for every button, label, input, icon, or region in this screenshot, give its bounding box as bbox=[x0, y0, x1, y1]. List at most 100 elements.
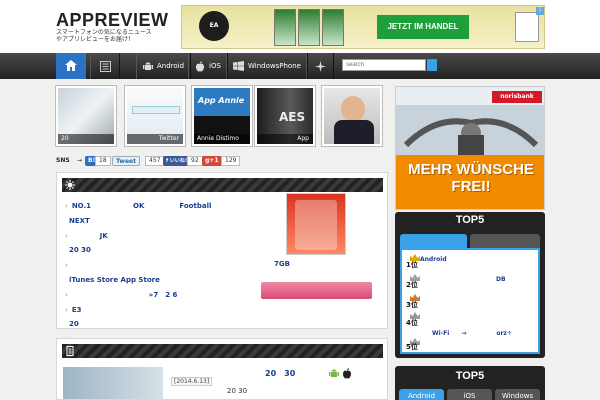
list-item[interactable]: › »7 2 6 bbox=[65, 288, 275, 303]
nav-item-android[interactable]: Android bbox=[136, 53, 192, 79]
thumb-caption: 20 bbox=[58, 134, 114, 144]
rank-title[interactable]: DB bbox=[496, 276, 506, 283]
list-item[interactable]: › JK bbox=[65, 229, 275, 244]
tab-windows[interactable]: Windows bbox=[495, 389, 540, 400]
ranking-title: TOP5 bbox=[455, 370, 485, 382]
rank-number: 3位 bbox=[406, 301, 418, 309]
phone-screen bbox=[295, 200, 337, 250]
android-icon bbox=[329, 369, 339, 377]
ranking-tab[interactable] bbox=[470, 234, 540, 248]
featured-thumb[interactable]: Twitter bbox=[125, 86, 185, 146]
nav-item-featured[interactable] bbox=[306, 53, 334, 79]
gplus-count: 129 bbox=[221, 156, 241, 166]
news-thumbnail[interactable] bbox=[63, 367, 163, 399]
article-link[interactable]: E3 bbox=[72, 306, 82, 314]
featured-thumb[interactable]: 20 bbox=[56, 86, 116, 146]
ranking-box: TOP5 Android iOS Windows bbox=[395, 366, 545, 400]
apple-icon bbox=[196, 60, 204, 72]
article-list: › NO.1 OK Football NEXT › JK 20 30 › iTun… bbox=[65, 199, 275, 347]
featured-thumb[interactable]: AES App bbox=[255, 86, 315, 146]
nav-label: iOS bbox=[209, 62, 221, 70]
news-panel: [2014.6.13] 20 30 20 30 bbox=[56, 338, 388, 400]
image-caption: 7GB bbox=[274, 260, 290, 268]
rank-number: 1位 bbox=[406, 261, 418, 269]
ranking-row[interactable]: 5位 bbox=[406, 338, 536, 354]
featured-thumb[interactable] bbox=[322, 86, 382, 146]
ranking-row[interactable]: 1位 Android bbox=[406, 254, 536, 270]
sns-arrow: → bbox=[77, 157, 83, 164]
list-item[interactable]: 20 30 bbox=[65, 243, 275, 258]
ranking-list: 1位 Android 2位 DB 3位 4位 Wi-Fi → orz÷ 5位 bbox=[400, 248, 540, 354]
norisbank-logo: norisbank bbox=[492, 91, 542, 103]
thumb-caption: Twitter bbox=[127, 134, 183, 144]
windows-icon bbox=[233, 61, 244, 71]
thumb-image-text: AES bbox=[279, 110, 306, 124]
nav-label: Android bbox=[157, 62, 185, 70]
hatena-count: 18 bbox=[95, 156, 111, 166]
news-title[interactable]: 20 30 bbox=[265, 368, 295, 379]
article-link[interactable]: JK bbox=[72, 232, 108, 240]
list-view-button[interactable] bbox=[90, 53, 120, 79]
featured-app-image[interactable] bbox=[286, 193, 346, 255]
tweet-count: 457 bbox=[145, 156, 165, 166]
rank-number: 2位 bbox=[406, 281, 418, 289]
ranking-box: TOP5 1位 Android 2位 DB 3位 4位 Wi-Fi → orz÷ bbox=[395, 212, 545, 358]
thumb-image-text: App Annie bbox=[198, 96, 245, 105]
rank-number: 4位 bbox=[406, 319, 418, 327]
document-icon bbox=[66, 346, 74, 356]
article-link[interactable]: NEXT bbox=[69, 217, 90, 225]
gplus-button[interactable]: g+1 bbox=[202, 156, 222, 166]
game-box-image bbox=[322, 9, 344, 46]
home-button[interactable] bbox=[56, 53, 86, 79]
ranking-row[interactable]: 4位 bbox=[406, 312, 536, 328]
tab-android[interactable]: Android bbox=[399, 389, 444, 400]
article-link[interactable]: »7 2 6 bbox=[72, 291, 178, 299]
rank-title[interactable]: Android bbox=[420, 256, 447, 263]
main-nav: Android iOS WindowsPhone bbox=[0, 53, 600, 79]
site-logo[interactable]: APPREVIEW bbox=[56, 10, 169, 31]
featured-thumb[interactable]: App Annie Annie Distimo bbox=[192, 86, 252, 146]
ranking-row[interactable]: 2位 DB bbox=[406, 274, 536, 290]
news-date: [2014.6.13] bbox=[171, 377, 213, 386]
sidebar-ad[interactable]: norisbank MEHR WÜNSCHE FREI! bbox=[395, 86, 545, 210]
list-item[interactable]: › NO.1 OK Football bbox=[65, 199, 275, 214]
search-input[interactable] bbox=[342, 59, 426, 71]
search-button[interactable] bbox=[427, 59, 437, 71]
article-link[interactable]: 20 bbox=[69, 320, 79, 328]
nav-item-ios[interactable]: iOS bbox=[188, 53, 228, 79]
article-link[interactable]: NO.1 OK Football bbox=[72, 202, 212, 210]
ranking-tab[interactable] bbox=[400, 234, 467, 248]
tweet-button[interactable]: Tweet bbox=[112, 156, 140, 166]
nav-label: WindowsPhone bbox=[248, 62, 301, 70]
site-header: APPREVIEW スマートフォンの気になるニュースやアプリレビューをお届け！ … bbox=[0, 0, 600, 53]
person-photo bbox=[341, 96, 365, 122]
list-item[interactable]: › E3 bbox=[65, 303, 275, 318]
apple-icon bbox=[343, 368, 351, 379]
tweet-image bbox=[132, 106, 180, 114]
panel-header bbox=[62, 178, 383, 192]
article-link[interactable]: 20 30 bbox=[69, 246, 91, 254]
header-banner-ad[interactable]: EA SPORTS JETZT IM HANDEL i bbox=[181, 5, 545, 49]
ad-info-icon[interactable]: i bbox=[536, 7, 544, 15]
list-item[interactable]: iTunes Store App Store bbox=[65, 273, 275, 288]
sns-label: SNS bbox=[56, 157, 70, 164]
person-photo bbox=[334, 120, 374, 144]
tab-ios[interactable]: iOS bbox=[447, 389, 492, 400]
thumb-caption: Annie Distimo bbox=[194, 134, 250, 144]
list-icon bbox=[99, 60, 111, 72]
article-link[interactable]: iTunes Store App Store bbox=[69, 276, 160, 284]
ranking-row[interactable]: 3位 bbox=[406, 294, 536, 310]
ad-headline: MEHR WÜNSCHE FREI! bbox=[408, 161, 534, 195]
list-item[interactable]: › bbox=[65, 258, 275, 273]
list-item[interactable]: NEXT bbox=[65, 214, 275, 229]
rank-title[interactable]: Wi-Fi → orz÷ bbox=[432, 328, 512, 337]
sun-icon bbox=[65, 180, 75, 190]
motorcycle-image bbox=[396, 105, 544, 155]
download-button[interactable] bbox=[261, 282, 372, 299]
ad-cta-button[interactable]: JETZT IM HANDEL bbox=[377, 15, 469, 39]
list-item[interactable]: 20 bbox=[65, 317, 275, 332]
nav-item-windowsphone[interactable]: WindowsPhone bbox=[226, 53, 308, 79]
featured-panel: › NO.1 OK Football NEXT › JK 20 30 › iTun… bbox=[56, 172, 388, 343]
rank-number: 5位 bbox=[406, 343, 418, 351]
sparkle-icon bbox=[314, 60, 326, 72]
